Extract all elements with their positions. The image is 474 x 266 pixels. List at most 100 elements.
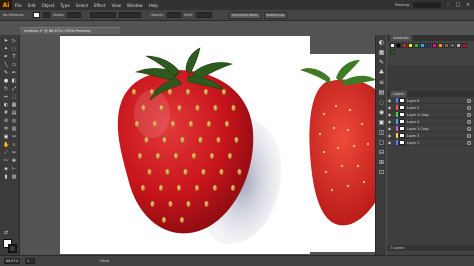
swatches-panel-icon[interactable]: ▦	[378, 49, 385, 56]
align-panel-icon[interactable]: ⊟	[378, 149, 385, 156]
stroke-swatch[interactable]	[42, 12, 50, 18]
swatch[interactable]	[438, 43, 443, 48]
layer-name[interactable]: Layer 4	[407, 120, 467, 124]
direct-selection-icon[interactable]: ▷	[11, 39, 17, 44]
workspace-switcher[interactable]: Painting	[395, 3, 409, 7]
search-input[interactable]	[413, 2, 441, 8]
swatch[interactable]	[402, 43, 407, 48]
rectangle-icon[interactable]: ▭	[11, 63, 17, 68]
live-paint-icon[interactable]: ◈	[3, 167, 9, 172]
eye-icon[interactable]: ◉	[387, 140, 392, 145]
puppet-icon[interactable]: ✥	[11, 159, 17, 164]
slice-icon[interactable]: ✂	[11, 135, 17, 140]
eye-icon[interactable]: ◉	[387, 112, 392, 117]
reference-photo[interactable]	[296, 54, 375, 252]
scissors-icon[interactable]: ✂	[11, 151, 17, 156]
fill-swatch[interactable]	[32, 12, 40, 18]
artboards-panel-icon[interactable]: ▢	[378, 139, 385, 146]
canvas-area[interactable]	[20, 34, 375, 255]
swatch[interactable]	[390, 49, 395, 54]
layer-name[interactable]: Layer 3 Copy	[407, 127, 467, 131]
brushes-panel-icon[interactable]: ✎	[378, 59, 385, 66]
swatch[interactable]	[390, 43, 395, 48]
warp-icon[interactable]: 〰	[3, 159, 9, 164]
perspective-grid-icon[interactable]: ▦	[11, 103, 17, 108]
symbol-sprayer-icon[interactable]: ✲	[3, 127, 9, 132]
swatch[interactable]	[414, 43, 419, 48]
swap-colors-icon[interactable]: ⇄	[3, 231, 9, 236]
layer-name[interactable]: Layer 6	[407, 99, 467, 103]
eye-icon[interactable]: ◉	[387, 126, 392, 131]
eye-icon[interactable]: ◉	[387, 105, 392, 110]
layer-target-icon[interactable]	[467, 105, 471, 110]
layer-row[interactable]: ◉ Layer 3	[387, 133, 474, 139]
menu-file[interactable]: File	[12, 3, 25, 8]
screen-mode-icon[interactable]: ▢	[3, 243, 9, 248]
swatch[interactable]	[450, 43, 455, 48]
eye-icon[interactable]: ◉	[387, 119, 392, 124]
maximize-icon[interactable]: □	[455, 2, 461, 8]
measure-icon[interactable]: ⊢	[11, 167, 17, 172]
layer-target-icon[interactable]	[467, 119, 471, 124]
layer-row[interactable]: ◉ Layer 6	[387, 98, 474, 104]
layer-target-icon[interactable]	[467, 140, 471, 145]
artboard-icon[interactable]: ▣	[3, 135, 9, 140]
type-icon[interactable]: T	[11, 55, 17, 60]
gradient-panel-icon[interactable]: ▤	[378, 89, 385, 96]
layer-row[interactable]: ◉ Layer 1	[387, 140, 474, 146]
transparency-panel-icon[interactable]: ◌	[378, 99, 385, 106]
preferences-button[interactable]: Preferences	[263, 11, 288, 19]
blend-icon[interactable]: ◎	[11, 119, 17, 124]
rotate-icon[interactable]: ↻	[3, 87, 9, 92]
magic-wand-icon[interactable]: ✦	[3, 47, 9, 52]
gradient-icon[interactable]: ▤	[11, 111, 17, 116]
appearance-panel-icon[interactable]: ◉	[378, 109, 385, 116]
mesh-icon[interactable]: #	[3, 111, 9, 116]
width-icon[interactable]: ⇔	[3, 95, 9, 100]
shape-builder-icon[interactable]: ◐	[3, 103, 9, 108]
layer-row[interactable]: ◉ Layer 4 Copy	[387, 112, 474, 118]
page-field[interactable]: 1	[25, 258, 35, 264]
stroke-panel-icon[interactable]: ≡	[378, 79, 385, 86]
menu-effect[interactable]: Effect	[91, 3, 109, 8]
artboard[interactable]	[60, 36, 310, 254]
layer-row[interactable]: ◉ Layer 5	[387, 105, 474, 111]
swatch[interactable]	[444, 43, 449, 48]
layers-panel-icon[interactable]: ◫	[378, 129, 385, 136]
swatch[interactable]	[432, 43, 437, 48]
graphic-styles-panel-icon[interactable]: ▣	[378, 119, 385, 126]
menu-window[interactable]: Window	[124, 3, 146, 8]
menu-type[interactable]: Type	[57, 3, 72, 8]
variable-width-field[interactable]	[119, 12, 142, 18]
lasso-icon[interactable]: ◌	[11, 47, 17, 52]
opacity-field[interactable]	[166, 12, 181, 18]
document-tab[interactable]: Untitled-1* @ 66.67% (CMYK/Preview)	[20, 27, 120, 34]
eyedropper-icon[interactable]: ⊘	[3, 119, 9, 124]
close-icon[interactable]: ×	[465, 2, 471, 8]
layer-name[interactable]: Layer 5	[407, 106, 467, 110]
layer-row[interactable]: ◉ Layer 3 Copy	[387, 126, 474, 132]
brush-icon[interactable]: ✎	[3, 71, 9, 76]
layer-target-icon[interactable]	[467, 126, 471, 131]
blob-brush-icon[interactable]: ●	[3, 79, 9, 84]
swatch[interactable]	[456, 43, 461, 48]
graph-icon[interactable]: ▥	[11, 127, 17, 132]
menu-object[interactable]: Object	[38, 3, 57, 8]
line-icon[interactable]: ╲	[3, 63, 9, 68]
layer-name[interactable]: Layer 3	[407, 134, 467, 138]
selection-icon[interactable]: ➤	[3, 39, 9, 44]
eye-icon[interactable]: ◉	[387, 98, 392, 103]
eye-icon[interactable]: ◉	[387, 133, 392, 138]
layer-name[interactable]: Layer 4 Copy	[407, 113, 467, 117]
menu-select[interactable]: Select	[73, 3, 91, 8]
layer-target-icon[interactable]	[467, 98, 471, 103]
symbols-panel-icon[interactable]: ♣	[378, 69, 385, 76]
style-field[interactable]	[196, 12, 213, 18]
swatch[interactable]	[396, 43, 401, 48]
layer-target-icon[interactable]	[467, 112, 471, 117]
minimize-icon[interactable]: –	[445, 2, 451, 8]
print-tiling-icon[interactable]: ▧	[11, 175, 17, 180]
transform-panel-icon[interactable]: ⊡	[378, 169, 385, 176]
swatch[interactable]	[408, 43, 413, 48]
scale-icon[interactable]: ⤢	[11, 87, 17, 92]
